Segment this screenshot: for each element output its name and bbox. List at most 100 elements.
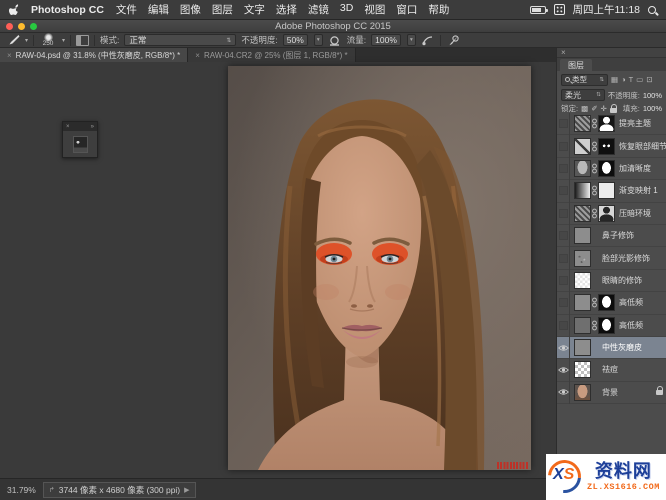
floating-panel-close-icon[interactable]: × — [66, 124, 70, 130]
layer-thumbnail[interactable] — [574, 294, 591, 311]
layer-thumbnail[interactable] — [574, 227, 591, 244]
panel-close-icon[interactable]: × — [561, 48, 566, 57]
layer-name[interactable]: 压暗环境 — [619, 208, 651, 219]
brush-picker-caret-icon[interactable]: ▾ — [62, 37, 65, 44]
filter-icon[interactable]: ⊡ — [646, 75, 652, 84]
layer-mask-thumbnail[interactable] — [598, 115, 615, 132]
layer-row[interactable]: 渐变映射 1 — [557, 180, 666, 202]
layer-thumbnail[interactable] — [574, 138, 591, 155]
layer-visibility-toggle[interactable] — [557, 292, 570, 314]
layer-row[interactable]: 脸部光影修饰 — [557, 247, 666, 269]
layer-name[interactable]: 鼻子修饰 — [602, 230, 634, 241]
layer-name[interactable]: 渐变映射 1 — [619, 185, 658, 196]
lock-option-icon[interactable]: ✐ — [591, 104, 597, 113]
layer-row[interactable]: 中性灰磨皮 — [557, 337, 666, 359]
layer-row[interactable]: 高低频 — [557, 292, 666, 314]
floating-panel-thumbnail[interactable] — [73, 136, 88, 153]
opacity-dropdown-icon[interactable]: ▾ — [314, 34, 323, 46]
layer-name[interactable]: 高低频 — [619, 320, 643, 331]
filter-icon[interactable]: ▦ — [611, 75, 618, 84]
apple-menu-icon[interactable] — [8, 3, 19, 16]
lock-option-icon[interactable]: ✛ — [600, 104, 606, 113]
flow-value-field[interactable]: 100% — [371, 34, 401, 46]
layer-thumbnail[interactable] — [574, 317, 591, 334]
layer-visibility-toggle[interactable] — [557, 135, 570, 157]
menubar-clock[interactable]: 周四上午11:18 — [573, 2, 641, 17]
layer-mask-thumbnail[interactable] — [598, 205, 615, 222]
menu-item[interactable]: 图像 — [180, 2, 201, 17]
blend-mode-select[interactable]: 正常 ⇅ — [124, 34, 236, 46]
layer-row[interactable]: 压暗环境 — [557, 203, 666, 225]
layer-row[interactable]: 鼻子修饰 — [557, 225, 666, 247]
opacity-value-field[interactable]: 50% — [283, 34, 308, 46]
layer-visibility-toggle[interactable] — [557, 224, 570, 246]
layer-visibility-toggle[interactable] — [557, 381, 570, 403]
layer-visibility-toggle[interactable] — [557, 269, 570, 291]
layer-name[interactable]: 脸部光影修饰 — [602, 253, 650, 264]
filter-icon[interactable]: T — [629, 75, 634, 84]
layer-visibility-toggle[interactable] — [557, 336, 570, 358]
layer-thumbnail[interactable] — [574, 250, 591, 267]
toggle-brush-panel-icon[interactable] — [76, 35, 89, 46]
floating-panel-collapse-icon[interactable]: » — [91, 124, 94, 130]
layer-mask-thumbnail[interactable] — [598, 182, 615, 199]
layer-name[interactable]: 加清晰度 — [619, 163, 651, 174]
airbrush-icon[interactable] — [421, 34, 435, 46]
layer-visibility-toggle[interactable] — [557, 113, 570, 135]
layer-visibility-toggle[interactable] — [557, 314, 570, 336]
filter-icon[interactable]: ▭ — [636, 75, 643, 84]
tab-layers[interactable]: 图层 — [560, 59, 592, 71]
zoom-level-field[interactable]: 31.79% — [7, 485, 36, 495]
menu-item[interactable]: 图层 — [212, 2, 233, 17]
status-menu-arrow-icon[interactable]: ▶ — [184, 486, 189, 494]
lock-all-icon[interactable] — [610, 108, 617, 113]
layer-visibility-toggle[interactable] — [557, 180, 570, 202]
photo-canvas[interactable] — [228, 66, 531, 470]
layer-thumbnail[interactable] — [574, 384, 591, 401]
canvas-area[interactable]: × » — [0, 62, 556, 478]
layer-visibility-toggle[interactable] — [557, 359, 570, 381]
menu-item[interactable]: 帮助 — [428, 2, 449, 17]
tab-close-icon[interactable]: × — [195, 51, 200, 60]
brush-tool-icon[interactable] — [5, 34, 20, 46]
pressure-opacity-icon[interactable] — [328, 34, 342, 46]
battery-icon[interactable] — [530, 6, 546, 14]
menu-item[interactable]: 选择 — [276, 2, 297, 17]
layer-row[interactable]: 高低频 — [557, 315, 666, 337]
pressure-size-icon[interactable] — [446, 34, 460, 46]
layer-visibility-toggle[interactable] — [557, 202, 570, 224]
layer-thumbnail[interactable] — [574, 182, 591, 199]
layer-visibility-toggle[interactable] — [557, 157, 570, 179]
layer-name[interactable]: 眼睛的修饰 — [602, 275, 642, 286]
fill-value[interactable]: 100% — [643, 104, 662, 113]
layer-row[interactable]: 眼睛的修饰 — [557, 270, 666, 292]
layer-row[interactable]: 恢复眼部细节 — [557, 135, 666, 157]
layer-mask-thumbnail[interactable] — [598, 317, 615, 334]
layer-name[interactable]: 中性灰磨皮 — [602, 342, 642, 353]
app-menu-title[interactable]: Photoshop CC — [31, 4, 104, 16]
menu-item[interactable]: 窗口 — [396, 2, 417, 17]
menu-item[interactable]: 视图 — [364, 2, 385, 17]
layer-opacity-value[interactable]: 100% — [643, 91, 662, 100]
flow-dropdown-icon[interactable]: ▾ — [407, 34, 416, 46]
menu-item[interactable]: 文字 — [244, 2, 265, 17]
tool-preset-caret-icon[interactable]: ▾ — [25, 37, 28, 44]
brush-preset-picker[interactable]: 250 — [39, 33, 57, 48]
document-tab[interactable]: ×RAW-04.CR2 @ 25% (图层 1, RGB/8*) * — [188, 48, 355, 62]
layer-thumbnail[interactable] — [574, 205, 591, 222]
filter-icon[interactable]: ◑ — [621, 75, 626, 84]
menu-item[interactable]: 编辑 — [148, 2, 169, 17]
layer-row[interactable]: 加清晰度 — [557, 158, 666, 180]
layer-name[interactable]: 背景 — [602, 387, 618, 398]
layer-thumbnail[interactable] — [574, 361, 591, 378]
document-info-box[interactable]: ↱ 3744 像素 x 4680 像素 (300 ppi) ▶ — [43, 482, 196, 498]
floating-mini-panel[interactable]: × » — [62, 121, 98, 158]
tab-close-icon[interactable]: × — [7, 51, 12, 60]
layer-row[interactable]: 提亮主题 — [557, 113, 666, 135]
document-tab[interactable]: ×RAW-04.psd @ 31.8% (中性灰磨皮, RGB/8*) * — [0, 48, 188, 62]
layer-filter-select[interactable]: 类型 ⇅ — [561, 74, 608, 86]
layer-visibility-toggle[interactable] — [557, 247, 570, 269]
layer-row[interactable]: 祛痘 — [557, 359, 666, 381]
lock-option-icon[interactable]: ▩ — [581, 104, 588, 113]
layer-name[interactable]: 提亮主题 — [619, 118, 651, 129]
